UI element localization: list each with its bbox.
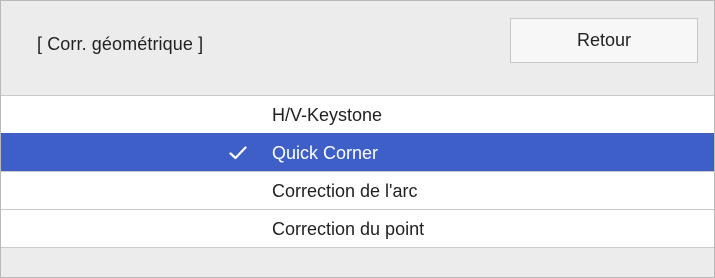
back-button[interactable]: Retour [510, 18, 698, 63]
menu-item-arc-correction[interactable]: Correction de l'arc [1, 171, 714, 209]
dialog-title: [ Corr. géométrique ] [37, 34, 204, 54]
dialog-header: [ Corr. géométrique ] Retour [1, 1, 714, 95]
correction-menu: H/V-Keystone Quick Corner Correction de … [1, 95, 714, 248]
menu-item-label: Correction de l'arc [272, 181, 418, 201]
checkmark-icon [229, 146, 247, 160]
menu-item-quick-corner[interactable]: Quick Corner [1, 133, 714, 171]
menu-item-hv-keystone[interactable]: H/V-Keystone [1, 95, 714, 133]
menu-item-label: Correction du point [272, 219, 425, 239]
menu-item-label: H/V-Keystone [272, 105, 383, 125]
geometry-correction-dialog: [ Corr. géométrique ] Retour H/V-Keyston… [0, 0, 715, 278]
menu-item-label: Quick Corner [272, 143, 379, 163]
menu-item-point-correction[interactable]: Correction du point [1, 209, 714, 248]
